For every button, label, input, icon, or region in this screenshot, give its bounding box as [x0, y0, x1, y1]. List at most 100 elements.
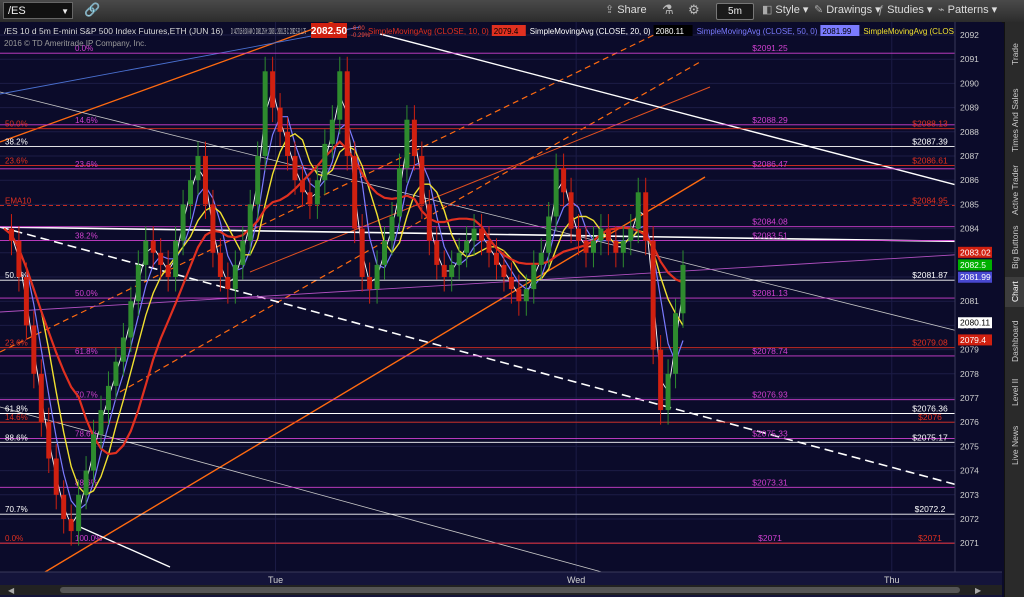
side-tab-active-trader[interactable]: Active Trader: [1005, 162, 1024, 217]
chart-info: /ES 10 d 5m E-mini S&P 500 Index Futures…: [4, 26, 223, 36]
candle-body: [180, 204, 186, 241]
scroll-left-icon[interactable]: ◀: [8, 586, 15, 595]
price-tick-label: 2081: [960, 296, 979, 306]
side-tab-big-buttons[interactable]: Big Buttons: [1005, 222, 1024, 272]
candle-body: [8, 228, 14, 241]
candle-body: [404, 119, 410, 169]
candle-body: [456, 252, 462, 265]
price-tag-label: 2083.02: [960, 247, 991, 257]
candle-body: [46, 422, 52, 459]
drawings-icon: ✎: [814, 4, 824, 16]
candle-body: [210, 204, 216, 253]
level-percent-label: 61.8%: [5, 404, 28, 413]
level-price-label: $2076.93: [752, 390, 788, 400]
side-tab-dashboard[interactable]: Dashboard: [1005, 317, 1024, 365]
candle-body: [553, 168, 559, 217]
candle-body: [434, 240, 440, 265]
level-price-label: $2078.74: [752, 346, 788, 356]
candle-body: [285, 131, 291, 156]
candle-body: [620, 240, 626, 253]
level-price-label: $2075.33: [752, 428, 788, 438]
candle-body: [426, 204, 432, 241]
candle-body: [76, 494, 82, 532]
patterns-icon: ⌁: [938, 4, 945, 16]
candle-body: [367, 277, 373, 290]
scroll-right-icon[interactable]: ▶: [975, 586, 982, 595]
candle-body: [61, 494, 67, 519]
chevron-down-icon: ▼: [61, 7, 69, 16]
candle-body: [568, 192, 574, 229]
candle-body: [299, 180, 305, 193]
candle-body: [53, 458, 59, 495]
level-price-label: $2079.08: [912, 338, 948, 348]
candle-body: [643, 192, 649, 241]
price-tag-label: 2082.5: [960, 260, 986, 270]
studies-button[interactable]: ƒ Studies ▾: [878, 3, 932, 16]
chart-background: [0, 22, 1002, 597]
candle-body: [113, 361, 119, 386]
flask-icon[interactable]: ⚗: [662, 2, 674, 18]
level-price-label: $2088.29: [752, 115, 788, 125]
candle-body: [650, 240, 656, 350]
study-label[interactable]: SimpleMovingAvg (CLOSE, 20, 0): [530, 27, 651, 36]
candle-body: [576, 228, 582, 241]
candle-body: [546, 216, 552, 253]
price-chart[interactable]: $2091.25 0.0% $2088.29 14.6% $2088.13 50.0% $2…: [0, 22, 1002, 597]
study-value: 2080.11: [656, 27, 685, 36]
price-tick-label: 2076: [960, 417, 979, 427]
chart-scrollbar-thumb[interactable]: [60, 587, 960, 593]
candle-body: [396, 168, 402, 217]
candle-body: [441, 264, 447, 277]
studies-icon: ƒ: [878, 4, 885, 16]
candle-body: [605, 228, 611, 241]
style-button[interactable]: ◧ Style ▾: [762, 3, 808, 16]
candle-body: [673, 313, 679, 374]
candle-body: [538, 252, 544, 265]
timeframe-selector[interactable]: 5m: [716, 3, 754, 20]
side-tab-bar: Trade Times And Sales Active Trader Big But…: [1004, 22, 1024, 597]
side-tab-times-and-sales[interactable]: Times And Sales: [1005, 84, 1024, 156]
level-percent-label: 14.6%: [75, 116, 98, 125]
study-labels: SimpleMovingAvg (CLOSE, 10, 0) 2079.4 Simp…: [368, 25, 955, 36]
side-tab-live-news[interactable]: Live News: [1005, 420, 1024, 470]
candle-body: [344, 71, 350, 156]
candle-body: [16, 240, 22, 277]
candle-body: [292, 156, 298, 181]
share-button[interactable]: ⇪ Share: [605, 3, 647, 16]
candle-body: [665, 373, 671, 411]
patterns-button[interactable]: ⌁ Patterns ▾: [938, 3, 997, 16]
price-tick-label: 2073: [960, 490, 979, 500]
chart-toolbar: /ES ▼ 🔗 ⇪ Share ⚗ ⚙ 5m ◧ Style ▾ ✎ Drawings …: [0, 0, 1024, 23]
candle-body: [247, 204, 253, 241]
study-label[interactable]: SimpleMovingAvg (CLOSE, 10, 0): [368, 27, 489, 36]
candle-body: [628, 228, 634, 241]
candle-body: [232, 264, 238, 290]
candle-body: [135, 264, 141, 302]
study-label[interactable]: SimpleMovingAvg (CLOSE, 50, 0): [697, 27, 818, 36]
level-price-label: $2073.31: [752, 477, 788, 487]
candle-body: [419, 156, 425, 205]
candle-body: [531, 264, 537, 290]
symbol-selector[interactable]: /ES ▼: [3, 2, 73, 19]
candle-body: [471, 228, 477, 241]
link-icon[interactable]: 🔗: [84, 2, 100, 18]
candle-body: [352, 156, 358, 229]
price-tick-label: 2078: [960, 369, 979, 379]
drawings-button[interactable]: ✎ Drawings ▾: [814, 3, 881, 16]
level-percent-label: 61.8%: [75, 347, 98, 356]
price-tick-label: 2071: [960, 538, 979, 548]
candle-body: [337, 71, 343, 120]
candle-body: [195, 156, 201, 181]
side-tab-chart[interactable]: Chart: [1005, 277, 1024, 307]
side-tab-level-ii[interactable]: Level II: [1005, 372, 1024, 412]
side-tab-trade[interactable]: Trade: [1005, 30, 1024, 78]
candle-body: [158, 252, 164, 265]
candle-body: [128, 301, 134, 338]
price-tick-label: 2090: [960, 78, 979, 88]
candle-body: [598, 228, 604, 241]
price-tick-label: 2084: [960, 224, 979, 234]
gear-icon[interactable]: ⚙: [688, 2, 700, 18]
price-tick-label: 2085: [960, 199, 979, 209]
price-tick-label: 2074: [960, 466, 979, 476]
candle-body: [255, 156, 261, 205]
